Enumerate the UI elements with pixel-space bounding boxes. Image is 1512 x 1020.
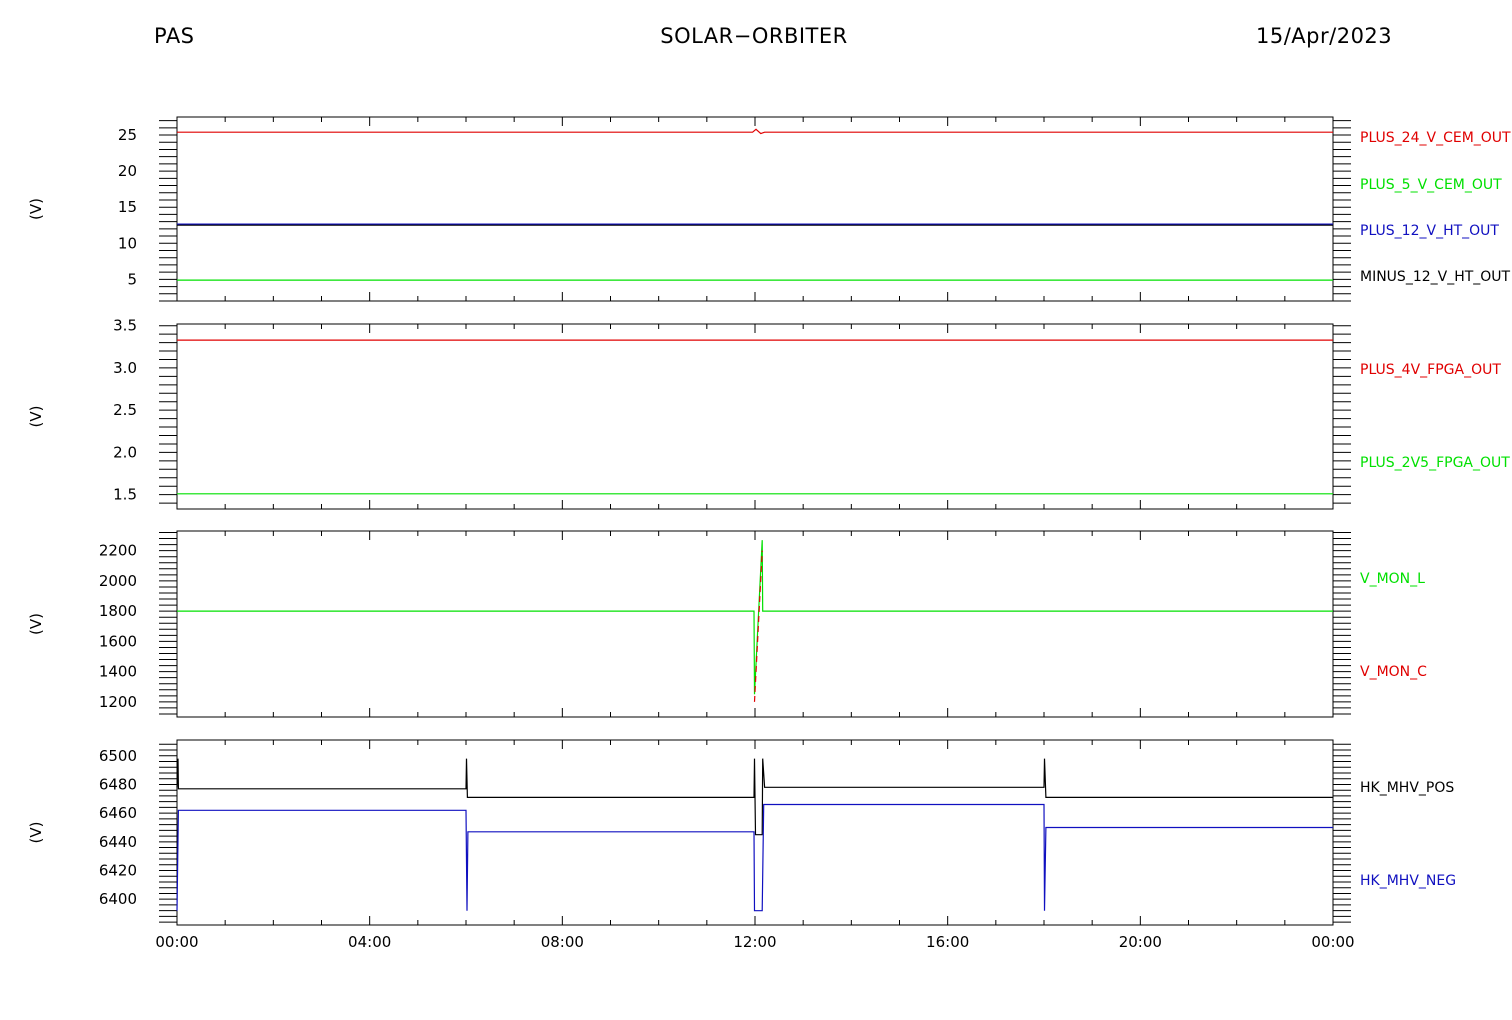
y-tick-label: 2.5 bbox=[113, 401, 137, 419]
y-tick-label: 6480 bbox=[99, 775, 137, 793]
panel-1: 5 10 15 20 25 (V) PLUS_24_V_CEM_OUT PLUS_5_V_CE… bbox=[27, 116, 1511, 302]
y-axis-label: (V) bbox=[27, 406, 45, 428]
legend-label: PLUS_12_V_HT_OUT bbox=[1360, 223, 1499, 239]
series-line-hk-mhv-pos bbox=[176, 758, 1333, 836]
legend-label: HK_MHV_POS bbox=[1360, 780, 1454, 796]
panel-4: 6400 6420 6440 6460 6480 6500 (V) HK_MHV_POS HK_… bbox=[27, 739, 1456, 951]
legend-label: V_MON_L bbox=[1360, 571, 1425, 587]
y-tick-label: 2200 bbox=[99, 542, 137, 560]
y-tick-label: 10 bbox=[118, 234, 137, 252]
y-axis-label: (V) bbox=[27, 613, 45, 635]
y-tick-label: 1800 bbox=[99, 602, 137, 620]
y-tick-label: 20 bbox=[118, 162, 137, 180]
y-tick-label: 5 bbox=[127, 270, 137, 288]
y-tick-label: 1200 bbox=[99, 693, 137, 711]
x-tick-label: 00:00 bbox=[1311, 933, 1354, 951]
plot-frame bbox=[176, 323, 1334, 510]
y-tick-label: 6400 bbox=[99, 890, 137, 908]
y-tick-label: 2.0 bbox=[113, 443, 137, 461]
legend-label: HK_MHV_NEG bbox=[1360, 873, 1456, 889]
y-tick-label: 1600 bbox=[99, 632, 137, 650]
y-tick-label: 6420 bbox=[99, 862, 137, 880]
x-tick-label: 08:00 bbox=[541, 933, 584, 951]
legend-label: V_MON_C bbox=[1360, 664, 1427, 680]
y-axis-label: (V) bbox=[27, 822, 45, 844]
series-line-plus-24-v-cem-out bbox=[177, 128, 1333, 135]
housekeeping-plots: 5 10 15 20 25 (V) PLUS_24_V_CEM_OUT PLUS_5_V_CE… bbox=[27, 116, 1511, 951]
y-tick-label: 6460 bbox=[99, 804, 137, 822]
y-tick-label: 6440 bbox=[99, 833, 137, 851]
legend-label: PLUS_5_V_CEM_OUT bbox=[1360, 177, 1502, 193]
series-line-v-mon-l bbox=[177, 540, 1333, 695]
legend-label: PLUS_24_V_CEM_OUT bbox=[1360, 130, 1511, 146]
y-tick-label: 1.5 bbox=[113, 486, 137, 504]
legend-label: PLUS_2V5_FPGA_OUT bbox=[1360, 455, 1510, 471]
y-tick-label: 1400 bbox=[99, 663, 137, 681]
y-axis-label: (V) bbox=[27, 198, 45, 220]
panel-3: 1200 1400 1600 1800 2000 2200 (V) V_MON_L V_MON_… bbox=[27, 530, 1427, 718]
y-tick-label: 3.0 bbox=[113, 359, 137, 377]
x-tick-label: 12:00 bbox=[733, 933, 776, 951]
y-tick-label: 6500 bbox=[99, 747, 137, 765]
plot-frame bbox=[176, 116, 1334, 302]
y-tick-label: 25 bbox=[118, 126, 137, 144]
y-tick-label: 15 bbox=[118, 198, 137, 216]
panel-2: 1.5 2.0 2.5 3.0 3.5 (V) PLUS_4V_FPGA_OUT PLUS_2… bbox=[27, 317, 1510, 510]
x-tick-label: 00:00 bbox=[155, 933, 198, 951]
x-tick-label: 16:00 bbox=[926, 933, 969, 951]
legend-label: PLUS_4V_FPGA_OUT bbox=[1360, 362, 1501, 378]
x-tick-label: 04:00 bbox=[348, 933, 391, 951]
legend-label: MINUS_12_V_HT_OUT bbox=[1360, 269, 1511, 285]
y-tick-label: 3.5 bbox=[113, 317, 137, 335]
x-tick-label: 20:00 bbox=[1119, 933, 1162, 951]
y-tick-label: 2000 bbox=[99, 572, 137, 590]
